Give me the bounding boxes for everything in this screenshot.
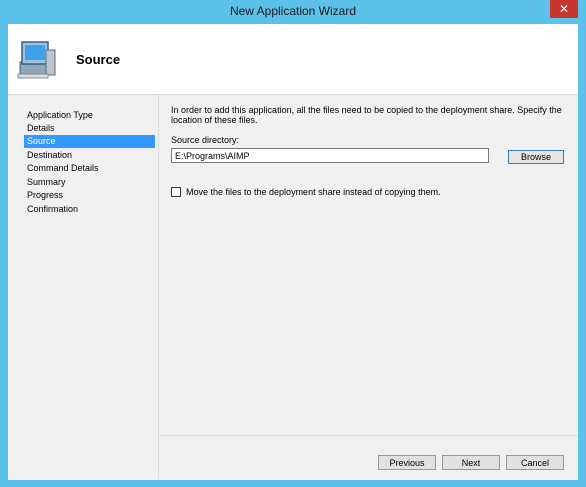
button-bar: Previous Next Cancel [159,435,578,481]
nav-step-source[interactable]: Source [24,135,155,148]
cancel-button[interactable]: Cancel [506,455,564,470]
next-button[interactable]: Next [442,455,500,470]
wizard-steps-nav: Application Type Details Source Destinat… [8,95,159,479]
source-description: In order to add this application, all th… [171,105,562,125]
source-panel: In order to add this application, all th… [159,95,578,435]
source-directory-label: Source directory: [171,135,240,145]
wizard-header: Source [8,24,578,94]
wizard-window: New Application Wizard ✕ Source Applicat… [0,0,586,487]
nav-step-confirmation[interactable]: Confirmation [24,203,155,216]
close-button[interactable]: ✕ [550,0,578,18]
previous-button[interactable]: Previous [378,455,436,470]
nav-step-destination[interactable]: Destination [24,149,155,162]
page-title: Source [76,52,121,67]
browse-button[interactable]: Browse [508,150,564,164]
computer-icon [17,41,56,79]
wizard-content: Application Type Details Source Destinat… [8,94,578,480]
nav-step-progress[interactable]: Progress [24,189,155,202]
nav-step-summary[interactable]: Summary [24,176,155,189]
move-files-label[interactable]: Move the files to the deployment share i… [186,187,441,197]
title-bar: New Application Wizard ✕ [0,0,586,24]
nav-step-application-type[interactable]: Application Type [24,109,155,122]
window-title: New Application Wizard [229,4,357,18]
move-files-checkbox[interactable] [171,187,181,197]
nav-step-command-details[interactable]: Command Details [24,162,155,175]
source-directory-input[interactable]: E:\Programs\AIMP [171,148,489,163]
nav-step-details[interactable]: Details [24,122,155,135]
